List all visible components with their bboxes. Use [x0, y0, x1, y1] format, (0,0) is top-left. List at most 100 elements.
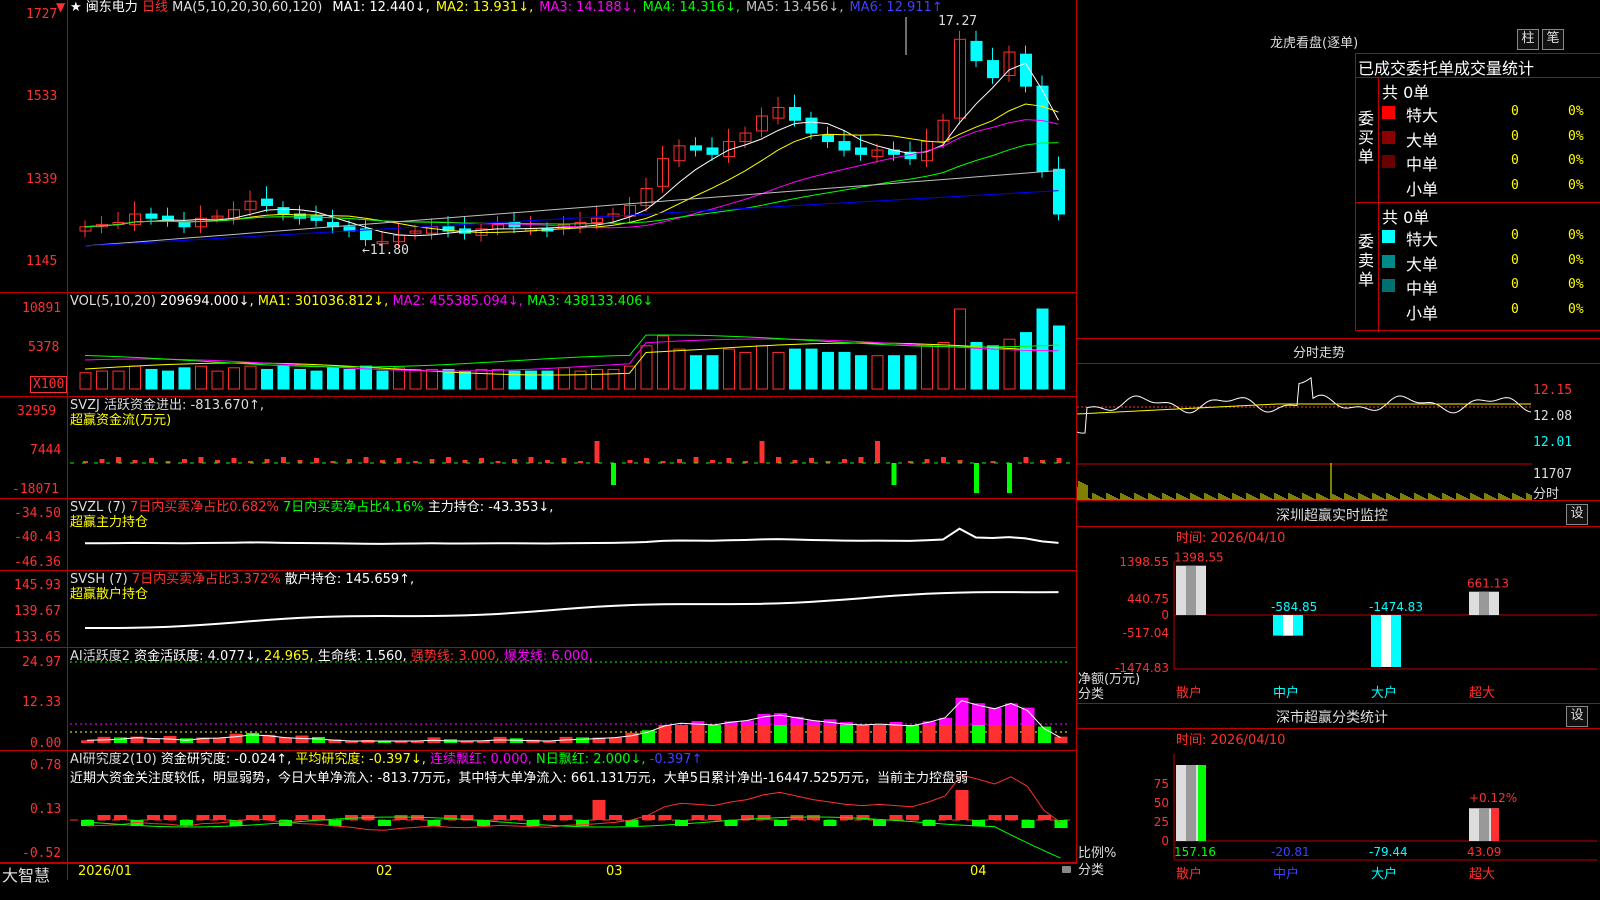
flow-bar: [149, 458, 154, 463]
vol-unit[interactable]: X100: [30, 376, 68, 393]
research-bar: [823, 820, 837, 826]
volume-bar: [178, 367, 191, 390]
sell-row-value: 0: [1511, 228, 1519, 243]
activity-bar: [807, 725, 820, 743]
volume-bar: [756, 345, 768, 390]
ai2-title: AI研究度2(10): [70, 752, 157, 767]
volume-bar: [690, 355, 702, 390]
activity-bar: [1005, 725, 1018, 743]
intraday-price: 12.15: [1533, 383, 1573, 398]
volume-bar: [228, 367, 240, 390]
buy-row-name: 小单: [1406, 179, 1439, 199]
svsh-ytick: 133.65: [14, 630, 61, 645]
volume-bar: [789, 348, 801, 390]
candle-body: [987, 60, 999, 79]
candle-body: [145, 213, 158, 219]
monitor-bar-shade: [1283, 615, 1293, 636]
period-label[interactable]: 日线: [142, 0, 168, 15]
volume-bar: [459, 370, 471, 390]
monitor-value-label: 661.13: [1467, 577, 1509, 591]
main-ytick: 1145: [26, 254, 58, 269]
research-bar: [1038, 815, 1051, 820]
flow-bar: [347, 459, 352, 463]
activity-bar: [312, 736, 325, 743]
flow-bar: [1023, 457, 1029, 463]
intraday-chart: [1077, 376, 1532, 500]
svsh-ytick: 139.67: [14, 604, 61, 619]
research-bar: [1054, 820, 1068, 828]
flow-bar: [264, 459, 270, 463]
svzj-ytick: -18071: [12, 482, 59, 497]
volume-bar: [558, 367, 570, 390]
research-bar: [1021, 820, 1035, 828]
main-settings-icon[interactable]: ▼: [56, 0, 65, 14]
activity-bar: [147, 738, 160, 743]
x-label: 04: [970, 864, 987, 879]
monitor-bar-shade: [1186, 565, 1196, 615]
column-view-button[interactable]: 柱: [1517, 29, 1539, 50]
monitor-bar-shade: [1479, 591, 1489, 615]
svzl-sub: 超赢主力持仓: [70, 515, 149, 530]
ma-value-4: MA4: 14.316↓,: [642, 0, 741, 15]
intraday-panel[interactable]: 分时走势 12.15 12.08 12.01 11707 分时: [1077, 338, 1600, 502]
activity-bar: [774, 725, 787, 743]
flow-bar: [809, 458, 814, 463]
monitor-value-label: -584.85: [1271, 600, 1317, 614]
classify-chart: 75 50 25 0 157.16 散户 -20.81 中户 -79.44 大户 43.09 超大 +0…: [1154, 754, 1597, 882]
svsh-position: 散户持仓: 145.659↑,: [284, 572, 415, 587]
ma-label: MA(5,10,20,30,60,120): [172, 0, 323, 15]
buy-row-percent: 0%: [1568, 153, 1584, 168]
volume-bar: [244, 365, 257, 390]
svsh-ytick: 145.93: [14, 578, 61, 593]
volume-bar: [921, 345, 933, 390]
tick-view-button[interactable]: 笔: [1542, 29, 1564, 50]
lock-icon[interactable]: [1062, 866, 1071, 873]
buy-row-value: 0: [1511, 104, 1519, 119]
research-bar: [510, 815, 523, 820]
flow-bar: [941, 457, 946, 463]
classify-value-label: 43.09: [1467, 845, 1501, 859]
monitor-xlabel: 分类: [1078, 687, 1105, 702]
volume-bar: [904, 355, 917, 390]
ma-line: [84, 119, 1059, 229]
flow-bar: [429, 459, 435, 463]
brand-label[interactable]: 大智慧: [2, 862, 50, 886]
research-bar: [955, 790, 969, 820]
stock-name: 闽东电力: [85, 0, 138, 15]
monitor-ytick: 0: [1161, 608, 1169, 622]
vol-value: 209694.000↓,: [160, 294, 254, 309]
buy-row-name: 特大: [1406, 106, 1439, 125]
research-bar: [543, 815, 556, 820]
volume-bar: [1036, 308, 1049, 390]
ai2-research: 资金研究度: -0.024↑,: [160, 752, 292, 767]
vol-header: VOL(5,10,20) 209694.000↓, MA1: 301036.81…: [70, 294, 653, 310]
research-bar: [873, 820, 886, 826]
research-bar: [163, 815, 177, 820]
svsh-sub: 超赢散户持仓: [70, 587, 149, 602]
flow-bar: [842, 459, 847, 463]
star-icon[interactable]: ★: [70, 0, 82, 15]
intraday-title: 分时走势: [1293, 346, 1346, 361]
flow-bar: [875, 441, 880, 463]
research-bar: [526, 820, 540, 826]
dragon-left-divider: [1378, 77, 1379, 332]
candle-body: [789, 106, 801, 121]
ai1-header: AI活跃度2 资金活跃度: 4.077↓, 24.965, 生命线: 1.560…: [70, 649, 593, 665]
research-bar: [213, 815, 226, 820]
flow-bar: [776, 457, 781, 463]
activity-bar: [279, 737, 292, 743]
buy-swatch: [1382, 155, 1395, 168]
sell-row-name: 小单: [1406, 303, 1439, 323]
dragon-tabs[interactable]: 已成交委托单成交量统计: [1358, 55, 1600, 79]
research-bar: [757, 815, 771, 820]
sell-label: 委卖单: [1358, 232, 1375, 289]
ma-value-2: MA2: 13.931↓,: [435, 0, 534, 15]
classify-value-label: -20.81: [1271, 845, 1310, 859]
volume-bar: [1020, 332, 1032, 390]
svzl-ytick: -46.36: [14, 555, 61, 570]
flow-bar: [528, 457, 534, 463]
ai1-value2: 24.965,: [264, 649, 314, 664]
flow-bar: [1007, 463, 1012, 493]
flow-bar: [99, 459, 105, 463]
flow-bar: [231, 458, 237, 463]
